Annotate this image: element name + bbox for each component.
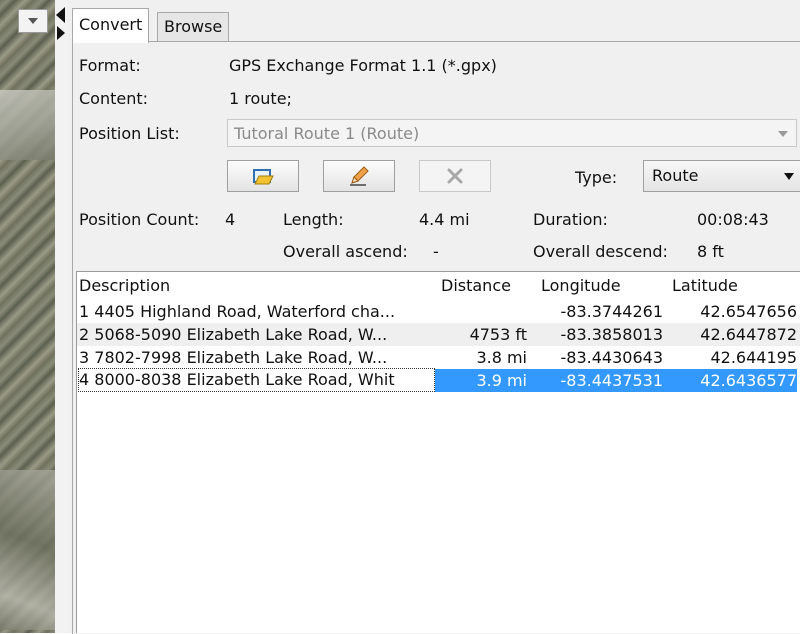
- row-distance: 4753 ft: [469, 325, 527, 344]
- table-row[interactable]: 3 7802-7998 Elizabeth Lake Road, W... 3.…: [77, 346, 800, 369]
- row-description: 4 8000-8038 Elizabeth Lake Road, Whit: [78, 368, 435, 392]
- ascend-value: -: [433, 242, 439, 261]
- ascend-label: Overall ascend:: [283, 242, 408, 261]
- length-value: 4.4 mi: [419, 210, 470, 229]
- row-longitude: -83.4430643: [560, 348, 663, 367]
- format-label: Format:: [79, 56, 141, 75]
- column-description[interactable]: Description: [79, 276, 170, 295]
- type-value: Route: [652, 166, 699, 185]
- format-value: GPS Exchange Format 1.1 (*.gpx): [229, 56, 497, 75]
- column-latitude[interactable]: Latitude: [672, 276, 738, 295]
- folder-open-icon: [253, 169, 274, 185]
- type-select[interactable]: Route: [643, 160, 800, 192]
- map-view-strip[interactable]: [0, 0, 55, 633]
- row-description: 2 5068-5090 Elizabeth Lake Road, W...: [79, 325, 388, 344]
- row-distance: 3.8 mi: [476, 348, 527, 367]
- position-count-value: 4: [225, 210, 236, 229]
- delete-position-button[interactable]: [419, 160, 491, 192]
- map-layer-dropdown[interactable]: [18, 9, 48, 33]
- positions-table[interactable]: Description Distance Longitude Latitude …: [76, 271, 800, 633]
- duration-value: 00:08:43: [697, 210, 769, 229]
- content-label: Content:: [79, 89, 149, 108]
- pencil-icon: [350, 166, 369, 186]
- chevron-down-icon: [784, 173, 794, 180]
- row-description: 3 7802-7998 Elizabeth Lake Road, W...: [79, 348, 388, 367]
- tab-convert[interactable]: Convert: [72, 8, 150, 43]
- collapse-left-icon[interactable]: [56, 7, 65, 23]
- row-description: 1 4405 Highland Road, Waterford cha...: [79, 302, 396, 321]
- column-longitude[interactable]: Longitude: [541, 276, 621, 295]
- expand-right-icon[interactable]: [57, 26, 65, 40]
- tab-browse[interactable]: Browse: [157, 12, 230, 41]
- descend-label: Overall descend:: [533, 242, 668, 261]
- row-latitude: 42.6447872: [700, 325, 797, 344]
- position-list-label: Position List:: [79, 124, 180, 143]
- delete-x-icon: [447, 168, 463, 184]
- position-list-select[interactable]: Tutoral Route 1 (Route): [227, 119, 797, 147]
- panel-splitter[interactable]: [55, 0, 69, 633]
- column-distance[interactable]: Distance: [441, 276, 511, 295]
- descend-value: 8 ft: [697, 242, 724, 261]
- table-row[interactable]: 2 5068-5090 Elizabeth Lake Road, W... 47…: [77, 323, 800, 346]
- row-latitude: 42.6436577: [667, 369, 797, 392]
- open-position-button[interactable]: [227, 160, 299, 192]
- table-header: Description Distance Longitude Latitude: [77, 272, 800, 298]
- chevron-down-icon: [778, 131, 788, 137]
- row-latitude: 42.6547656: [700, 302, 797, 321]
- row-longitude: -83.3858013: [560, 325, 663, 344]
- row-distance: 3.9 mi: [435, 369, 531, 392]
- row-longitude: -83.4437531: [531, 369, 667, 392]
- position-list-value: Tutoral Route 1 (Route): [234, 124, 420, 143]
- position-count-label: Position Count:: [79, 210, 200, 229]
- type-label: Type:: [575, 168, 618, 187]
- table-row[interactable]: 1 4405 Highland Road, Waterford cha... -…: [77, 300, 800, 323]
- side-panel: Convert Browse Format: GPS Exchange Form…: [68, 0, 800, 634]
- row-latitude: 42.644195: [710, 348, 797, 367]
- table-row-selected[interactable]: 4 8000-8038 Elizabeth Lake Road, Whit 3.…: [77, 368, 800, 392]
- row-longitude: -83.3744261: [560, 302, 663, 321]
- duration-label: Duration:: [533, 210, 608, 229]
- length-label: Length:: [283, 210, 344, 229]
- edit-position-button[interactable]: [323, 160, 395, 192]
- content-value: 1 route;: [229, 89, 292, 108]
